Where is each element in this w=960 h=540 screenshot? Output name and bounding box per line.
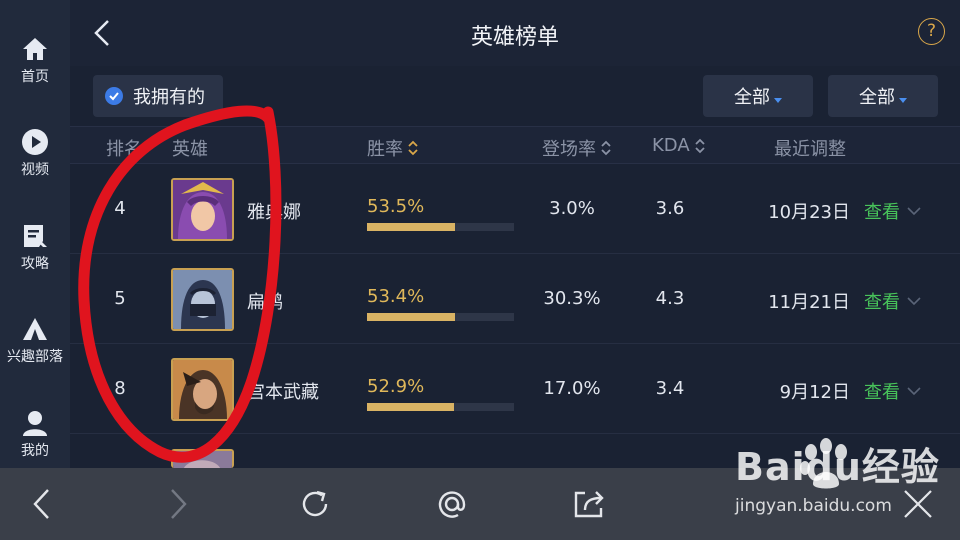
- view-label: 查看: [864, 382, 900, 403]
- hero-avatar: [171, 268, 234, 331]
- share-icon: [574, 491, 604, 518]
- column-hero: 英雄: [172, 139, 208, 160]
- sort-icon: [695, 138, 705, 153]
- hero-avatar: [171, 358, 234, 421]
- view-button[interactable]: 查看: [864, 288, 922, 314]
- appearance-value: 17.0%: [543, 378, 601, 399]
- rank-cell: 5: [114, 288, 126, 309]
- column-rank: 排名: [106, 139, 142, 160]
- nav-item-label: 视频: [21, 162, 49, 178]
- hero-avatar: [171, 178, 234, 241]
- guide-icon: [20, 221, 50, 251]
- nav-item-home[interactable]: 首页: [0, 34, 70, 86]
- appearance-value: 30.3%: [543, 288, 601, 309]
- table-header: 排名 英雄 胜率 登场率 KDA 最近调整: [70, 126, 960, 164]
- dropdown-value: 全部: [859, 87, 895, 108]
- chevron-down-icon: [907, 297, 921, 306]
- user-icon: [20, 408, 50, 438]
- left-nav: 首页 视频 攻略 兴趣部落 我的: [0, 0, 70, 468]
- adjusted-date: 11月21日: [768, 292, 850, 313]
- hero-name: 宫本武藏: [247, 382, 319, 403]
- chevron-left-icon: [33, 489, 49, 519]
- rank-cell: 8: [114, 378, 126, 399]
- owned-filter-label: 我拥有的: [133, 87, 205, 108]
- browser-back-button[interactable]: [24, 486, 60, 522]
- table-row[interactable]: 4 雅典娜 53.5% 3.0% 3.6 10月23日 查看: [70, 164, 960, 254]
- page-title: 英雄榜单: [470, 25, 559, 50]
- browser-forward-button[interactable]: [160, 486, 196, 522]
- winrate-bar-fill: [367, 403, 455, 411]
- column-kda[interactable]: KDA: [652, 135, 706, 156]
- hero-name: 雅典娜: [247, 202, 301, 223]
- hero-name: 扁鹊: [247, 292, 283, 313]
- mention-button[interactable]: [434, 486, 470, 522]
- tent-icon: [20, 314, 50, 344]
- winrate-bar: [367, 223, 514, 231]
- view-button[interactable]: 查看: [864, 378, 922, 404]
- filter-dropdown-1[interactable]: 全部: [703, 75, 813, 117]
- chevron-right-icon: [171, 489, 187, 519]
- winrate-bar-fill: [367, 223, 456, 231]
- winrate-value: 52.9%: [367, 376, 425, 397]
- adjusted-date: 10月23日: [768, 202, 850, 223]
- dropdown-value: 全部: [734, 87, 770, 108]
- baidu-watermark: Baidu经验 jingyan.baidu.com: [735, 436, 945, 526]
- column-appearance[interactable]: 登场率: [542, 135, 612, 161]
- refresh-button[interactable]: [297, 486, 333, 522]
- watermark-url: jingyan.baidu.com: [735, 496, 892, 516]
- home-icon: [20, 34, 50, 64]
- hero-avatar-partial: [171, 449, 234, 468]
- nav-item-guide[interactable]: 攻略: [0, 221, 70, 273]
- caret-down-icon: [899, 97, 907, 103]
- column-winrate[interactable]: 胜率: [367, 135, 419, 161]
- table-row[interactable]: 8 宫本武藏 52.9% 17.0% 3.4 9月12日 查看: [70, 344, 960, 434]
- play-icon: [20, 127, 50, 157]
- share-button[interactable]: [571, 486, 607, 522]
- appearance-value: 3.0%: [549, 198, 595, 219]
- filter-dropdown-2[interactable]: 全部: [828, 75, 938, 117]
- kda-value: 3.6: [655, 198, 685, 219]
- filter-bar: 我拥有的 全部 全部: [70, 66, 960, 126]
- table-row[interactable]: 5 扁鹊 53.4% 30.3% 4.3 11月21日 查看: [70, 254, 960, 344]
- nav-item-label: 我的: [21, 443, 49, 459]
- nav-item-tribe[interactable]: 兴趣部落: [0, 314, 70, 366]
- view-label: 查看: [864, 292, 900, 313]
- help-button[interactable]: ?: [918, 18, 945, 45]
- kda-value: 4.3: [655, 288, 685, 309]
- winrate-bar-fill: [367, 313, 455, 321]
- chevron-down-icon: [907, 387, 921, 396]
- view-button[interactable]: 查看: [864, 198, 922, 224]
- nav-item-label: 攻略: [21, 256, 49, 272]
- at-sign-icon: [438, 491, 466, 518]
- kda-value: 3.4: [655, 378, 685, 399]
- header: 英雄榜单 ?: [70, 0, 960, 66]
- winrate-bar: [367, 403, 514, 411]
- adjusted-date: 9月12日: [779, 382, 850, 403]
- refresh-icon: [302, 490, 328, 517]
- sort-icon: [601, 140, 611, 156]
- nav-item-me[interactable]: 我的: [0, 408, 70, 460]
- view-label: 查看: [864, 202, 900, 223]
- winrate-bar: [367, 313, 514, 321]
- nav-item-video[interactable]: 视频: [0, 127, 70, 179]
- nav-item-label: 首页: [21, 69, 49, 85]
- owned-filter-checkbox[interactable]: 我拥有的: [93, 75, 223, 117]
- chevron-down-icon: [907, 207, 921, 216]
- watermark-brand: Baidu经验: [735, 445, 940, 489]
- nav-item-label: 兴趣部落: [7, 349, 63, 365]
- winrate-value: 53.5%: [367, 196, 425, 217]
- caret-down-icon: [774, 97, 782, 103]
- checkmark-icon: [105, 87, 123, 105]
- sort-icon: [408, 140, 418, 156]
- column-last-adjusted: 最近调整: [774, 139, 846, 160]
- rank-cell: 4: [114, 198, 126, 219]
- winrate-value: 53.4%: [367, 286, 425, 307]
